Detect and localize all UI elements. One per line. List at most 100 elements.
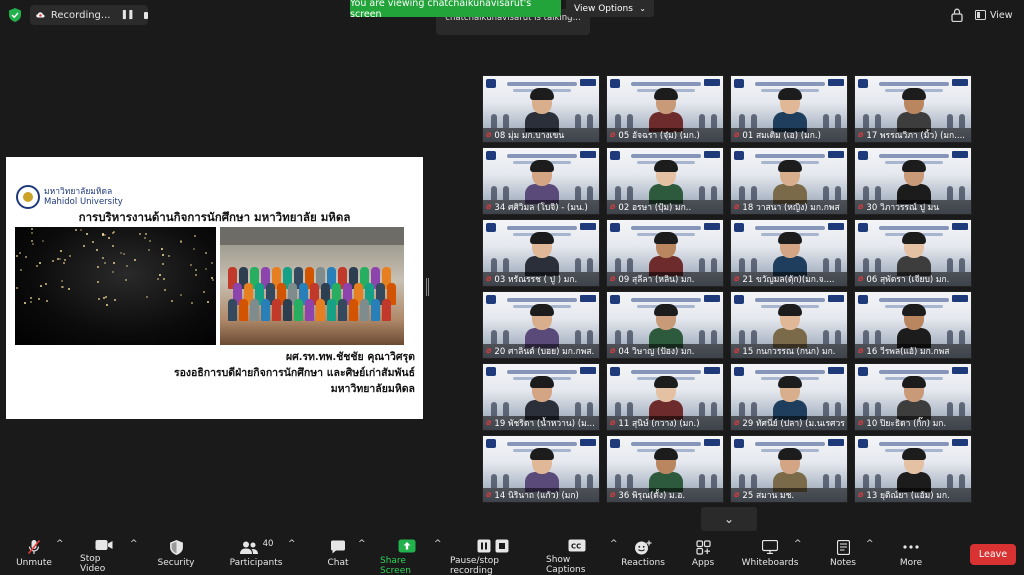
virtual-background-logo-icon <box>580 295 596 302</box>
participant-name-label: ⌀ 25 สมาน มช. <box>731 488 847 502</box>
virtual-background-logo-icon <box>734 439 744 448</box>
muted-microphone-icon: ⌀ <box>858 418 864 428</box>
participant-video <box>525 160 559 204</box>
virtual-background-logo-icon <box>858 367 868 376</box>
participant-name: 17 พรรณวิภา (มิ้ว) (มก.... <box>866 131 965 141</box>
virtual-background-logo-icon <box>952 151 968 158</box>
whiteboards-button[interactable]: Whiteboards <box>742 539 798 573</box>
unmute-button[interactable]: Unmute <box>14 539 54 573</box>
participant-tile[interactable]: ⌀ 36 พิรุณ(ตั้ง) ม.อ. <box>606 435 724 503</box>
participant-tile[interactable]: ⌀ 19 พัชริดา (น้ำหวาน) (ม... <box>482 363 600 431</box>
stop-video-button[interactable]: Stop Video <box>80 539 128 574</box>
participant-tile[interactable]: ⌀ 16 วีรพล(แอ้) มก.กพส <box>854 291 972 359</box>
participant-tile[interactable]: ⌀ 20 ศาลินต์ (บอย) มก.กพส. <box>482 291 600 359</box>
pause-stop-recording-button[interactable]: Pause/stop recording <box>450 539 536 575</box>
virtual-background-logo-icon <box>734 79 744 88</box>
notes-icon <box>836 539 850 555</box>
recording-indicator[interactable]: Recording... ❚❚ <box>30 5 148 25</box>
gallery-scroll-down-button[interactable]: ⌄ <box>701 507 757 531</box>
virtual-background-logo-icon <box>610 151 620 160</box>
whiteboards-options-caret[interactable]: ^ <box>794 539 802 573</box>
stop-icon <box>495 539 509 553</box>
muted-microphone-icon: ⌀ <box>734 490 740 500</box>
captions-options-caret[interactable]: ^ <box>610 539 618 573</box>
participant-name: 01 สมเดิม (เอ) (มก.) <box>742 131 821 141</box>
pause-recording-icon[interactable]: ❚❚ <box>120 10 134 20</box>
security-button[interactable]: Security <box>156 539 196 573</box>
notes-options-caret[interactable]: ^ <box>866 539 874 573</box>
participant-name: 03 หรัณรรช ( ปู ) มก. <box>494 275 578 285</box>
participants-count: 40 <box>262 539 274 549</box>
participant-name-label: ⌀ 08 มุ่ม มก.บางเขน <box>483 128 599 142</box>
recording-label: Recording... <box>50 9 111 21</box>
notes-button[interactable]: Notes <box>828 539 858 573</box>
participant-tile[interactable]: ⌀ 10 ปิยะธิดา (กิ๊ก) มก. <box>854 363 972 431</box>
stop-recording-icon[interactable] <box>143 11 148 19</box>
participant-name-label: ⌀ 30 วิภาวรรณ์ ปู มน <box>855 200 971 214</box>
participant-tile[interactable]: ⌀ 03 หรัณรรช ( ปู ) มก. <box>482 219 600 287</box>
participant-tile[interactable]: ⌀ 05 อัจฉรา (จุ๋ม) (มก.) <box>606 75 724 143</box>
video-options-caret[interactable]: ^ <box>130 539 138 573</box>
presenter-info: ผศ.รท.ทพ.ชัชชัย คุณาวิศรุต รองอธิการบดีฝ… <box>15 349 415 397</box>
split-view-resize-handle[interactable] <box>426 278 429 296</box>
university-logo: มหาวิทยาลัยมหิดล Mahidol University <box>16 183 136 211</box>
participant-name: 05 อัจฉรา (จุ๋ม) (มก.) <box>618 131 700 141</box>
participant-tile[interactable]: ⌀ 04 วิษาญ (ป้อง) มก. <box>606 291 724 359</box>
virtual-background-logo-icon <box>952 79 968 86</box>
audio-options-caret[interactable]: ^ <box>56 539 64 573</box>
virtual-background-logo-icon <box>486 79 496 88</box>
participant-tile[interactable]: ⌀ 09 สุลีลา (หลิน) มก. <box>606 219 724 287</box>
participants-options-caret[interactable]: ^ <box>288 539 296 573</box>
participant-tile[interactable]: ⌀ 25 สมาน มช. <box>730 435 848 503</box>
chat-options-caret[interactable]: ^ <box>358 539 366 573</box>
muted-microphone-icon: ⌀ <box>486 202 492 212</box>
muted-microphone-icon: ⌀ <box>858 202 864 212</box>
shield-check-icon[interactable] <box>9 8 21 22</box>
pause-icon <box>477 539 491 553</box>
participant-tile[interactable]: ⌀ 02 อรษา (ปุ้ม) มก.. <box>606 147 724 215</box>
participants-button[interactable]: 40 Participants <box>230 539 283 573</box>
participant-name: 21 ขวัญมล(ตุ้ก)(มก.จ.... <box>742 275 835 285</box>
more-button[interactable]: More <box>896 539 926 573</box>
virtual-background-logo-icon <box>580 367 596 374</box>
share-screen-button[interactable]: Share Screen <box>380 539 434 575</box>
security-lock-icon[interactable] <box>951 8 963 22</box>
participant-tile[interactable]: ⌀ 06 สุพัตรา (เจียบ) มก. <box>854 219 972 287</box>
share-options-caret[interactable]: ^ <box>434 539 442 573</box>
virtual-background-logo-icon <box>610 223 620 232</box>
participant-tile[interactable]: ⌀ 13 ยุติณ์ยา (แอ้ม) มก. <box>854 435 972 503</box>
participant-tile[interactable]: ⌀ 29 ทัศนีย์ (ปลา) (ม.นเรศวร <box>730 363 848 431</box>
participant-tile[interactable]: ⌀ 15 กนกวรรณ (กนก) มก. <box>730 291 848 359</box>
participant-name: 19 พัชริดา (น้ำหวาน) (ม... <box>494 419 595 429</box>
participant-tile[interactable]: ⌀ 21 ขวัญมล(ตุ้ก)(มก.จ.... <box>730 219 848 287</box>
muted-microphone-icon: ⌀ <box>610 274 616 284</box>
participant-name-label: ⌀ 11 สุนิษ์ (กวาง) (มก.) <box>607 416 723 430</box>
participant-name-label: ⌀ 21 ขวัญมล(ตุ้ก)(มก.จ.... <box>731 272 847 286</box>
view-options-button[interactable]: View Options ⌄ <box>566 0 654 17</box>
muted-microphone-icon: ⌀ <box>610 490 616 500</box>
participant-name-label: ⌀ 13 ยุติณ์ยา (แอ้ม) มก. <box>855 488 971 502</box>
participant-tile[interactable]: ⌀ 01 สมเดิม (เอ) (มก.) <box>730 75 848 143</box>
apps-button[interactable]: Apps <box>688 539 718 573</box>
participant-tile[interactable]: ⌀ 34 ศศิวิมล (โบจิ) - (มน.) <box>482 147 600 215</box>
virtual-background-logo-icon <box>486 367 496 376</box>
participant-tile[interactable]: ⌀ 14 นิรินาถ (แก้ว) (มก) <box>482 435 600 503</box>
participant-video <box>897 448 931 492</box>
participant-video <box>525 88 559 132</box>
leave-button[interactable]: Leave <box>970 544 1016 565</box>
participant-tile[interactable]: ⌀ 08 มุ่ม มก.บางเขน <box>482 75 600 143</box>
virtual-background-logo-icon <box>858 439 868 448</box>
virtual-background-logo-icon <box>828 223 844 230</box>
participant-tile[interactable]: ⌀ 18 วาสนา (หญิง) มก.กพส <box>730 147 848 215</box>
presenter-position: รองอธิการบดีฝ่ายกิจการนักศึกษา และศิษย์เ… <box>173 367 415 379</box>
participants-icon <box>239 541 258 554</box>
participant-tile[interactable]: ⌀ 30 วิภาวรรณ์ ปู มน <box>854 147 972 215</box>
show-captions-button[interactable]: CC Show Captions <box>546 539 608 575</box>
participant-tile[interactable]: ⌀ 11 สุนิษ์ (กวาง) (มก.) <box>606 363 724 431</box>
view-button[interactable]: View <box>975 7 1017 23</box>
participant-tile[interactable]: ⌀ 17 พรรณวิภา (มิ้ว) (มก.... <box>854 75 972 143</box>
reactions-label: Reactions <box>621 558 665 568</box>
virtual-background-logo-icon <box>610 439 620 448</box>
chat-button[interactable]: Chat <box>322 539 354 573</box>
reactions-button[interactable]: Reactions <box>621 539 665 573</box>
